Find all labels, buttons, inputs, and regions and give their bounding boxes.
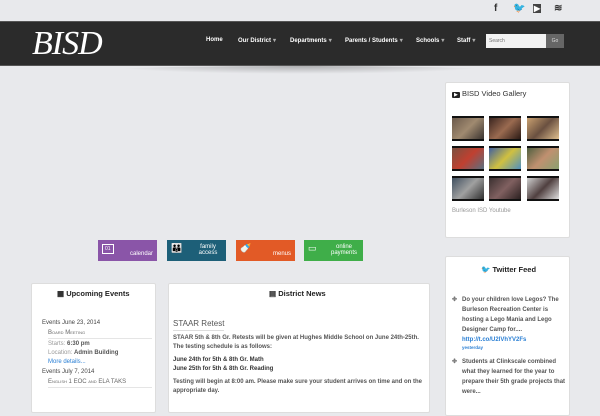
chevron-down-icon: ▾ (472, 38, 476, 44)
nav-departments[interactable]: Departments ▾ (290, 37, 332, 44)
nav-label: Home (206, 37, 223, 43)
location-label: Location: (48, 350, 73, 356)
nav-shadow (110, 66, 490, 74)
nav-label: Schools (416, 38, 440, 44)
twitter-feed-panel: 🐦 Twitter Feed ✤ Do your children love L… (445, 256, 570, 416)
news-body: STAAR 5th & 8th Gr. Retests will be give… (173, 334, 423, 396)
district-news-panel: ▤ District News STAAR Retest STAAR 5th &… (168, 283, 430, 413)
tweet-link[interactable]: http://t.co/U2lVhYV2Fs (462, 337, 526, 343)
video-thumbnail[interactable] (489, 116, 521, 141)
video-icon: ▶ (452, 92, 460, 98)
video-gallery-heading: ▶ BISD Video Gallery (452, 89, 526, 98)
event-name: Board Meeting (48, 330, 152, 339)
event-date: Events June 23, 2014 (42, 320, 101, 326)
event-name: English 1 EOC and ELA TAKS (48, 379, 152, 388)
event-date: Events July 7, 2014 (42, 369, 95, 375)
nav-label: Departments (290, 38, 327, 44)
events-title: Upcoming Events (66, 289, 130, 298)
video-thumbnail[interactable] (489, 176, 521, 201)
nav-our-district[interactable]: Our District ▾ (238, 37, 276, 44)
rss-icon[interactable]: ≋ (554, 3, 562, 14)
payment-card-icon: ▭ (308, 243, 317, 253)
twitter-heading: 🐦 Twitter Feed (481, 265, 536, 274)
bisd-logo[interactable]: BISD (32, 25, 103, 63)
tweet-time[interactable]: yesterday (462, 345, 567, 351)
location-value: Admin Building (74, 350, 119, 356)
nav-label: Our District (238, 38, 272, 44)
chevron-down-icon: ▾ (273, 38, 277, 44)
news-schedule-line: June 25th for 5th & 8th Gr. Reading (173, 366, 274, 372)
news-headline-link[interactable]: STAAR Retest (173, 319, 225, 331)
tweet-text: Do your children love Legos? The Burleso… (462, 297, 559, 333)
food-icon: 🍼 (240, 243, 252, 253)
news-paragraph: Testing will begin at 8:00 am. Please ma… (173, 379, 422, 394)
calendar-button[interactable]: 01 calendar (98, 240, 157, 261)
calendar-icon: ▦ (57, 289, 65, 298)
nav-label: Staff (457, 38, 471, 44)
news-schedule-line: June 24th for 5th & 8th Gr. Math (173, 357, 264, 363)
twitter-icon[interactable]: 🐦 (513, 3, 525, 14)
facebook-icon[interactable]: f (494, 3, 497, 14)
starts-label: Starts: (48, 341, 66, 347)
video-thumbnail[interactable] (527, 116, 559, 141)
video-thumbnail[interactable] (452, 146, 484, 171)
nav-staff[interactable]: Staff ▾ (457, 37, 475, 44)
twitter-icon: 🐦 (481, 265, 491, 274)
news-paragraph: STAAR 5th & 8th Gr. Retests will be give… (173, 335, 419, 350)
tweet: ✤ Do your children love Legos? The Burle… (452, 295, 567, 351)
chevron-down-icon: ▾ (441, 38, 445, 44)
search-input[interactable] (486, 34, 546, 48)
event-starts: Starts: 6:30 pm (48, 341, 152, 347)
nav-parents-students[interactable]: Parents / Students ▾ (345, 37, 403, 44)
video-thumbnail[interactable] (452, 116, 484, 141)
starts-value: 6:30 pm (67, 341, 90, 347)
video-gallery-panel: ▶ BISD Video Gallery Burleson ISD Youtub… (445, 82, 570, 238)
main-nav: BISD Home Our District ▾ Departments ▾ Par… (0, 21, 600, 66)
video-gallery-title: BISD Video Gallery (461, 89, 527, 98)
quick-link-label: family access (198, 244, 218, 256)
nav-schools[interactable]: Schools ▾ (416, 37, 444, 44)
family-icon: 👪 (171, 243, 183, 253)
quick-link-label: online payments (330, 244, 357, 256)
newspaper-icon: ▤ (269, 289, 277, 298)
event-location: Location: Admin Building (48, 350, 152, 356)
video-thumbnail[interactable] (452, 176, 484, 201)
video-thumbnail[interactable] (527, 176, 559, 201)
chevron-down-icon: ▾ (328, 38, 332, 44)
family-access-button[interactable]: 👪 family access (167, 240, 226, 261)
chevron-down-icon: ▾ (399, 38, 403, 44)
twitter-title: Twitter Feed (492, 265, 537, 274)
upcoming-events-panel: ▦ Upcoming Events Events June 23, 2014 B… (31, 283, 156, 413)
video-thumbnail[interactable] (489, 146, 521, 171)
quick-link-label: menus (272, 251, 291, 257)
tweet-text: Students at Clinkscale combined what the… (462, 359, 566, 395)
menus-button[interactable]: 🍼 menus (236, 240, 295, 261)
search-go-button[interactable]: Go (546, 34, 564, 48)
tweet: ✤ Students at Clinkscale combined what t… (452, 357, 567, 397)
tweet-bird-icon: ✤ (452, 359, 458, 365)
youtube-icon[interactable]: ▶ (533, 4, 542, 13)
online-payments-button[interactable]: ▭ online payments (304, 240, 363, 261)
events-heading: ▦ Upcoming Events (57, 289, 130, 298)
nav-label: Parents / Students (345, 38, 398, 44)
tweet-bird-icon: ✤ (452, 297, 458, 303)
calendar-icon: 01 (102, 244, 114, 254)
more-details-link[interactable]: More details... (48, 359, 152, 365)
news-heading: ▤ District News (269, 289, 326, 298)
quick-link-label: calendar (129, 251, 153, 257)
nav-home[interactable]: Home (206, 37, 223, 43)
events-list: Events June 23, 2014 Board Meeting Start… (42, 320, 152, 388)
video-thumbnail[interactable] (527, 146, 559, 171)
news-title: District News (278, 289, 326, 298)
youtube-link[interactable]: Burleson ISD Youtube (452, 208, 511, 214)
